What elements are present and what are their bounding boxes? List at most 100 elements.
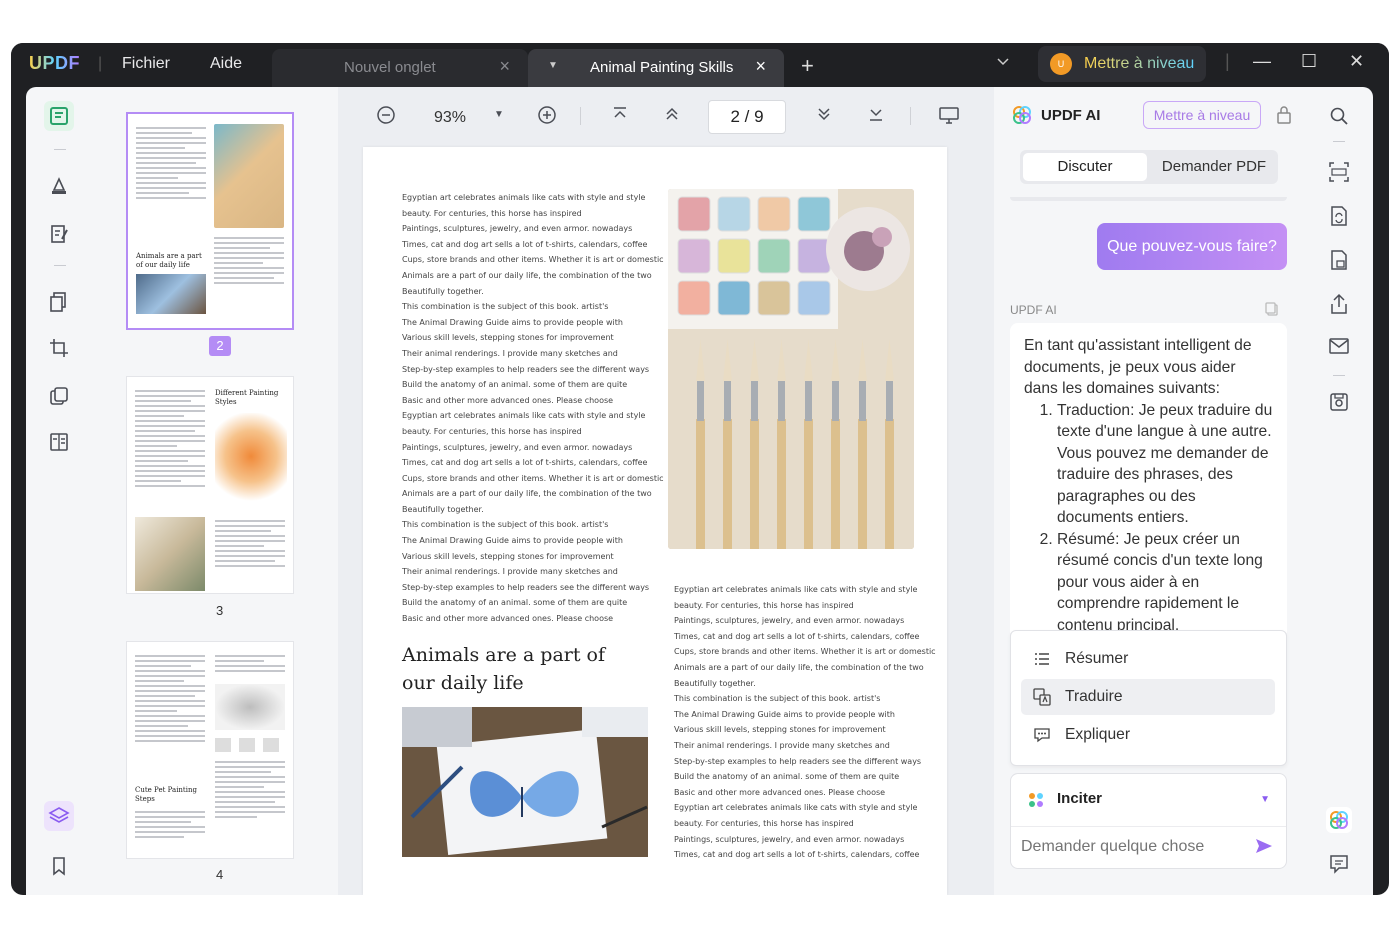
next-page-icon[interactable] [815,105,833,128]
thumbnail-panel: Animals are a part of our daily life 2 D… [92,87,338,895]
first-page-icon[interactable] [611,105,629,128]
text-line: This combination is the subject of this … [402,302,609,312]
save-icon[interactable] [1326,389,1352,415]
close-window-icon[interactable]: ✕ [1349,51,1364,72]
tools-icon[interactable] [44,381,74,411]
upgrade-button[interactable]: U Mettre à niveau [1038,46,1206,82]
prompt-dropdown-icon[interactable]: ▼ [1260,794,1270,805]
text-line: Beautifully together. [674,678,756,688]
thumbnail-text [136,124,206,202]
new-tab-plus-icon[interactable]: + [801,53,814,79]
updf-ai-logo-icon [1011,104,1033,126]
right-tool-rail [1305,87,1373,895]
bookmark-icon[interactable] [44,851,74,881]
zoom-level[interactable]: 93% [434,109,466,127]
text-line: Cups, store brands and other items. Whet… [402,473,664,483]
thumbnail-text [135,808,205,841]
reader-icon[interactable] [44,101,74,131]
previous-page-icon[interactable] [663,105,681,128]
text-line: Basic and other more advanced ones. Plea… [402,614,614,624]
ocr-icon[interactable] [1326,159,1352,185]
updf-ai-icon[interactable] [1326,807,1352,833]
assistant-label: UPDF AI [1010,303,1057,317]
layers-icon[interactable] [44,801,74,831]
thumbnail-text [214,234,284,287]
ask-input[interactable] [1021,838,1241,856]
text-line: Basic and other more advanced ones. Plea… [674,787,886,797]
menu-aide[interactable]: Aide [210,55,242,73]
highlighter-icon[interactable] [44,171,74,201]
text-line: Paintings, sculptures, jewelry, and even… [674,834,905,844]
send-icon[interactable] [1254,836,1274,861]
toolbar-separator [580,107,581,125]
edit-pdf-icon[interactable] [44,219,74,249]
convert-icon[interactable] [1326,203,1352,229]
zoom-out-icon[interactable] [376,105,396,130]
copy-icon[interactable] [1264,301,1280,322]
prompt-separator [1011,826,1286,827]
text-line: The Animal Drawing Guide aims to provide… [402,536,623,546]
updf-logo: UPDF [29,53,80,73]
menu-fichier[interactable]: Fichier [122,55,170,73]
prompt-grid-icon [1027,791,1045,814]
app-window: UPDF | Fichier Aide Nouvel onglet × ▼ An… [11,43,1389,895]
last-page-icon[interactable] [867,105,885,128]
text-line: Animals are a part of our daily life, th… [674,662,924,672]
tab-demander-pdf[interactable]: Demander PDF [1152,153,1276,181]
action-label: Résumer [1065,650,1129,667]
tab-animal-painting[interactable]: ▼ Animal Painting Skills × [528,49,784,87]
ai-upgrade-button[interactable]: Mettre à niveau [1143,101,1261,129]
crop-icon[interactable] [44,333,74,363]
thumbnail-page-2[interactable]: Animals are a part of our daily life [126,112,294,330]
prompt-title: Inciter [1057,790,1103,807]
presentation-icon[interactable] [938,105,960,130]
tab-dropdown-icon[interactable]: ▼ [548,60,558,71]
doc-toolbar: 93% ▼ 2 / 9 [338,87,994,143]
action-traduire[interactable]: Traduire [1021,679,1275,715]
text-line: Animals are a part of our daily life, th… [402,489,652,499]
text-line: Paintings, sculptures, jewelry, and even… [402,224,633,234]
text-line: Their animal renderings. I provide many … [674,740,890,750]
minimize-icon[interactable]: — [1253,51,1271,72]
tab-discuter[interactable]: Discuter [1023,153,1147,181]
quick-actions-menu: Résumer Traduire Expliquer [1010,630,1287,766]
zoom-dropdown-icon[interactable]: ▼ [494,109,504,120]
text-line: Times, cat and dog art sells a lot of t-… [674,631,920,641]
text-line: Build the anatomy of an animal. some of … [402,380,628,390]
tab-nouvel-onglet[interactable]: Nouvel onglet × [272,49,528,87]
thumbnail-image [136,274,206,314]
assistant-message: En tant qu'assistant intelligent de docu… [1010,323,1287,633]
maximize-icon[interactable]: ☐ [1301,51,1317,72]
text-line: The Animal Drawing Guide aims to provide… [674,709,895,719]
comment-icon[interactable] [1326,851,1352,877]
search-icon[interactable] [1326,103,1352,129]
left-column-text: Egyptian art celebrates animals like cat… [402,190,664,627]
email-icon[interactable] [1326,333,1352,359]
close-icon[interactable]: × [499,56,510,77]
toolbar-separator [910,107,911,125]
document-area: 93% ▼ 2 / 9 Egyptian art celebrates anim… [338,87,994,895]
close-icon[interactable]: × [755,56,766,77]
action-expliquer[interactable]: Expliquer [1021,717,1275,753]
organize-pages-icon[interactable] [44,287,74,317]
share-icon[interactable] [1326,291,1352,317]
text-line: Animals are a part of our daily life, th… [402,270,652,280]
page-indicator[interactable]: 2 / 9 [708,100,786,134]
text-line: This combination is the subject of this … [674,694,881,704]
chevron-down-icon[interactable] [996,54,1010,71]
text-line: Times, cat and dog art sells a lot of t-… [674,850,920,860]
text-line: Their animal renderings. I provide many … [402,348,618,358]
zoom-in-icon[interactable] [537,105,557,130]
text-line: Cups, store brands and other items. Whet… [674,647,936,657]
thumbnail-image [215,684,285,730]
lock-icon[interactable] [1276,105,1292,130]
text-line: beauty. For centuries, this horse has in… [402,426,582,436]
thumbnail-page-4[interactable]: Cute Pet Painting Steps [126,641,294,859]
title-separator: | [1225,51,1230,71]
rail-separator [1333,375,1345,376]
thumbnail-page-3[interactable]: Different Painting Styles [126,376,294,594]
thumbnail-heading: Cute Pet Painting Steps [135,786,197,803]
protect-icon[interactable] [1326,247,1352,273]
action-resumer[interactable]: Résumer [1021,641,1275,677]
form-icon[interactable] [44,427,74,457]
